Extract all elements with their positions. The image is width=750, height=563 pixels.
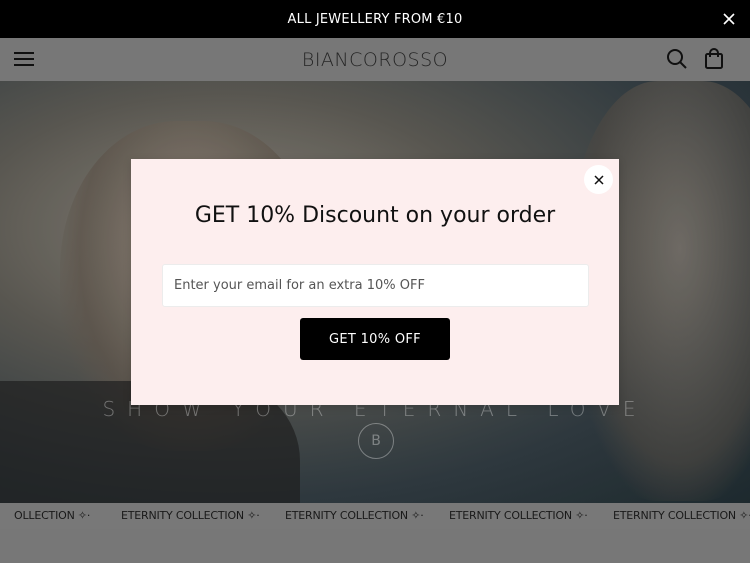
get-discount-button[interactable]: GET 10% OFF [300,318,450,360]
email-input[interactable] [162,264,589,307]
close-icon [593,174,604,185]
popup-close-button[interactable] [584,165,613,194]
close-icon[interactable] [720,10,738,28]
discount-popup: GET 10% Discount on your order GET 10% O… [131,159,619,405]
announcement-bar: ALL JEWELLERY FROM €10 [0,0,750,38]
popup-title: GET 10% Discount on your order [194,203,556,228]
announcement-text[interactable]: ALL JEWELLERY FROM €10 [288,12,463,27]
